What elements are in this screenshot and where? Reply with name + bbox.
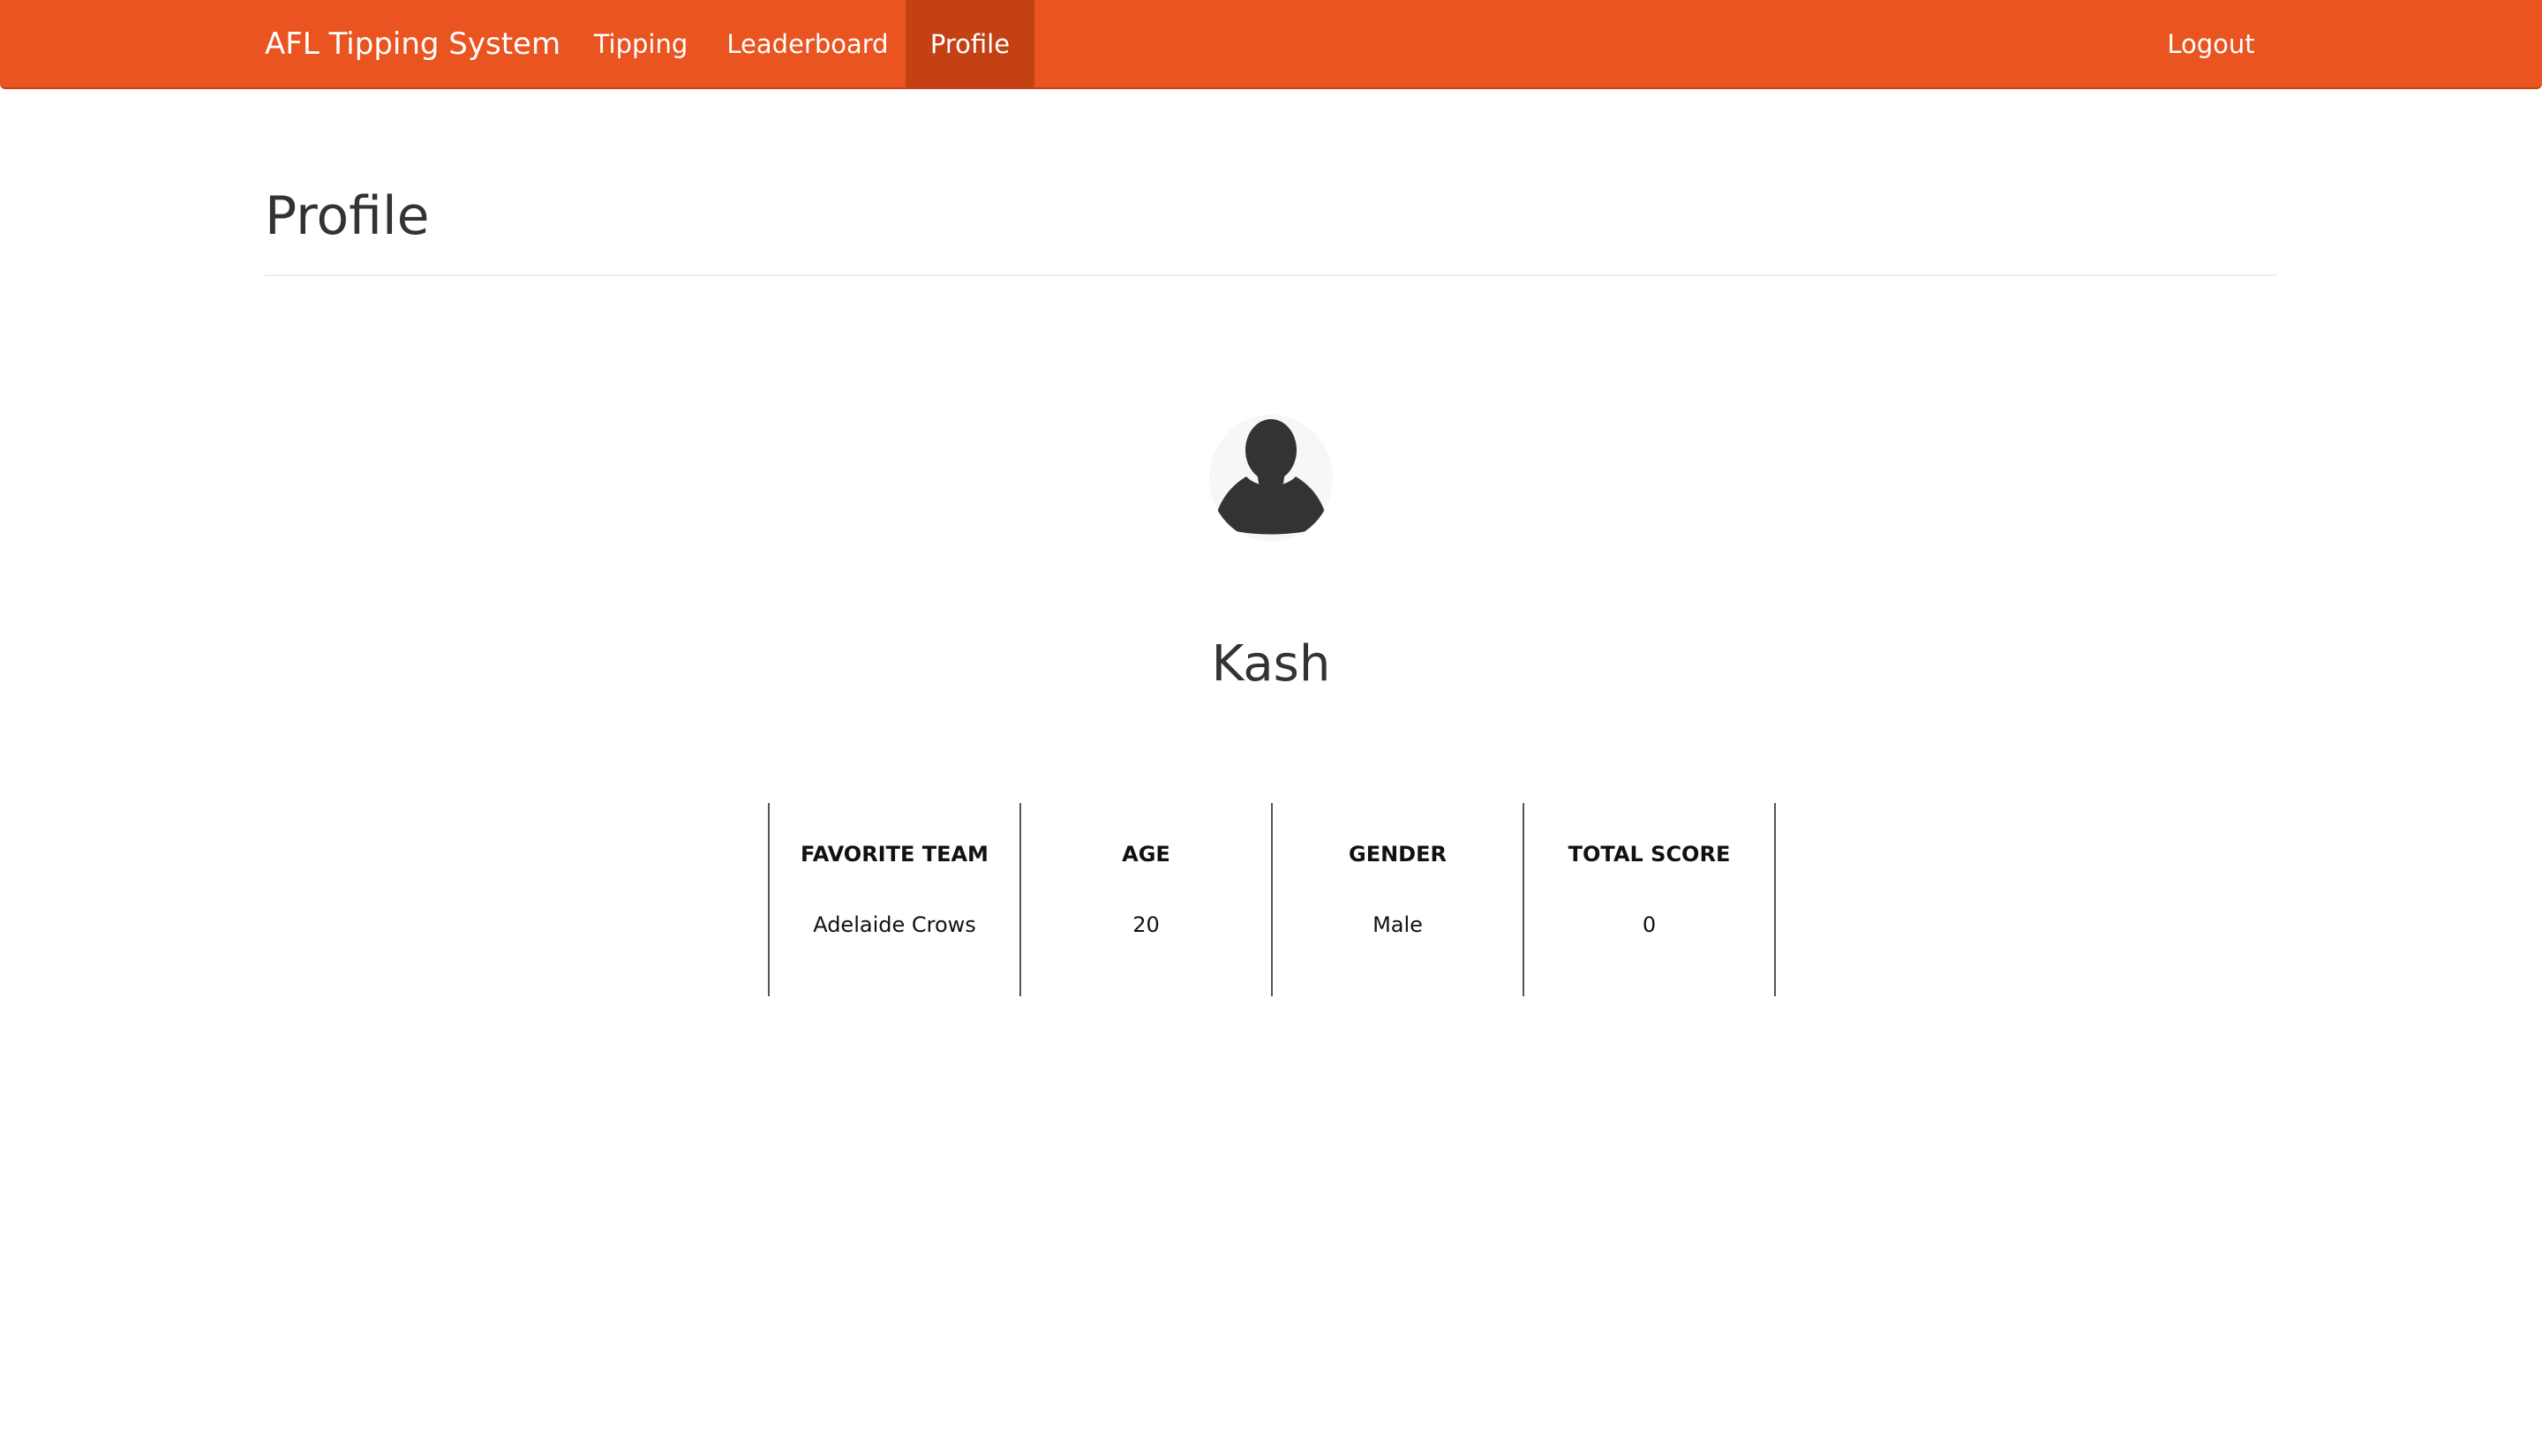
age-value: 20: [1019, 905, 1273, 996]
top-navbar: AFL Tipping System Tipping Leaderboard P…: [0, 0, 2542, 89]
logout-link[interactable]: Logout: [2145, 0, 2277, 89]
nav-item-leaderboard[interactable]: Leaderboard: [710, 0, 906, 89]
profile-username: Kash: [1211, 635, 1331, 693]
total-score-value: 0: [1523, 905, 1776, 996]
column-header-total-score: TOTAL SCORE: [1523, 803, 1776, 905]
column-header-age: AGE: [1019, 803, 1273, 905]
page-title: Profile: [265, 185, 430, 247]
nav-item-tipping[interactable]: Tipping: [574, 0, 708, 89]
table-row: Adelaide Crows 20 Male 0: [768, 905, 1776, 996]
header-divider: [265, 274, 2277, 276]
nav-item-profile[interactable]: Profile: [906, 0, 1034, 89]
column-header-gender: GENDER: [1271, 803, 1524, 905]
user-silhouette-icon: [1215, 419, 1327, 535]
column-header-favorite-team: FAVORITE TEAM: [768, 803, 1021, 905]
profile-stats-table: FAVORITE TEAM AGE GENDER TOTAL SCORE Ade…: [768, 803, 1776, 996]
gender-value: Male: [1271, 905, 1524, 996]
avatar: [1209, 415, 1333, 542]
favorite-team-value: Adelaide Crows: [768, 905, 1021, 996]
brand-link[interactable]: AFL Tipping System: [265, 0, 560, 89]
table-header-row: FAVORITE TEAM AGE GENDER TOTAL SCORE: [768, 803, 1776, 905]
